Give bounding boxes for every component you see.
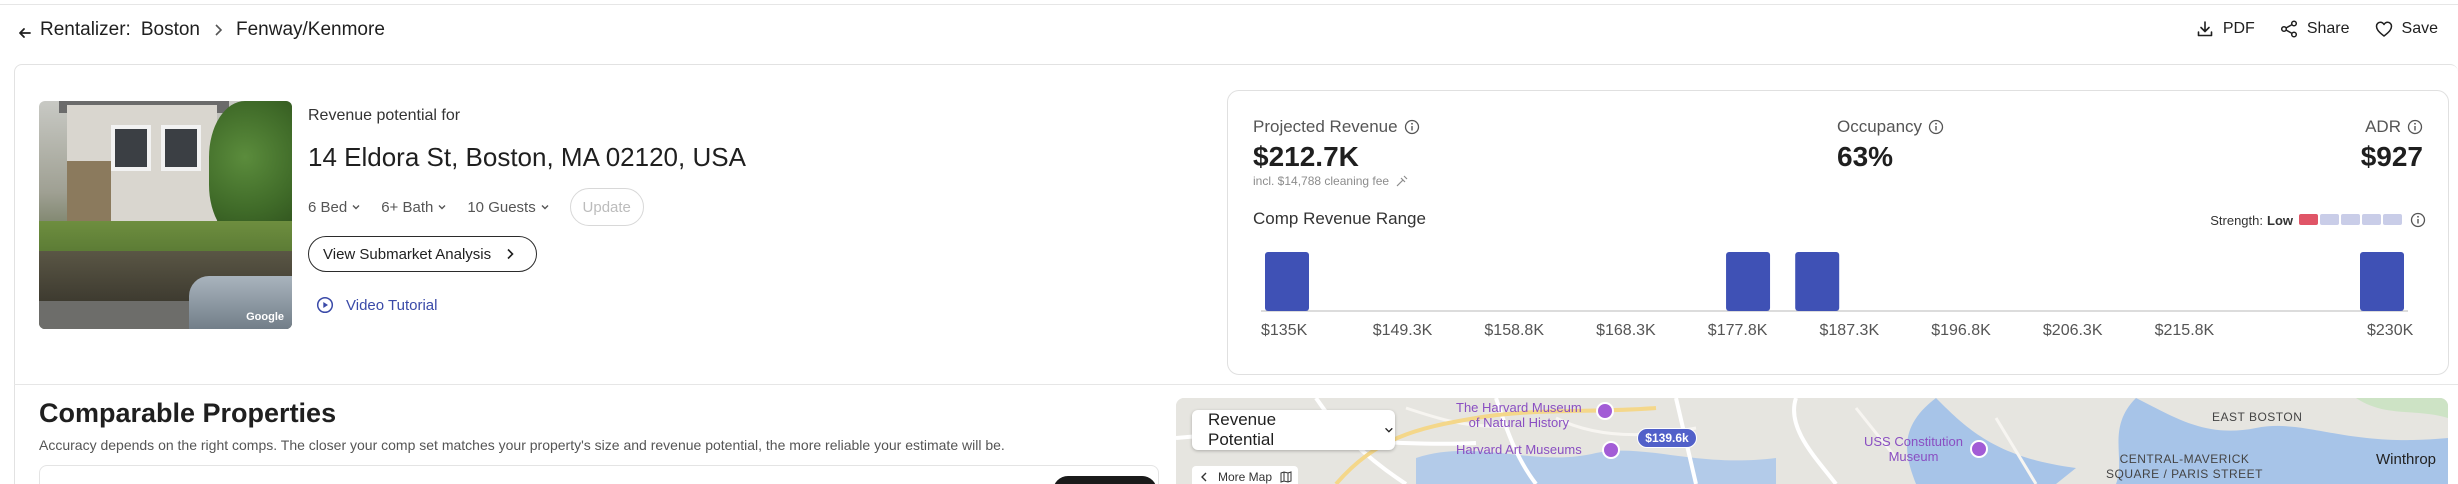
- header: Rentalizer: Boston Fenway/Kenmore PDF Sh…: [0, 10, 2458, 54]
- video-tutorial-label: Video Tutorial: [346, 296, 438, 314]
- share-label: Share: [2306, 20, 2350, 37]
- revenue-panel: Projected Revenue $212.7K incl. $14,788 …: [1227, 90, 2449, 375]
- chevron-right-icon: [210, 22, 226, 38]
- chart-tick-label: $187.3K: [1820, 322, 1880, 339]
- map-label-harvard-art: Harvard Art Museums: [1456, 442, 1582, 457]
- map[interactable]: Revenue Potential More Map The Harvard M…: [1176, 398, 2448, 484]
- map-label-harvard-museum: The Harvard Museum of Natural History: [1456, 400, 1582, 430]
- chevron-down-icon: [352, 205, 360, 210]
- comp-action-button[interactable]: [1053, 476, 1157, 484]
- map-label-east-boston: EAST BOSTON: [2212, 410, 2303, 424]
- heart-icon: [2375, 21, 2392, 37]
- map-layer-select[interactable]: Revenue Potential: [1192, 410, 1395, 450]
- map-icon: [1280, 471, 1292, 483]
- chart-tick-label: $135K: [1261, 322, 1308, 339]
- map-layer-value: Revenue Potential: [1208, 410, 1277, 449]
- section-divider: [14, 384, 2458, 385]
- museum-pin-icon[interactable]: [1970, 440, 1988, 458]
- chart-tick-label: $196.8K: [1931, 322, 1991, 339]
- chart-tick-label: $149.3K: [1373, 322, 1433, 339]
- save-button[interactable]: Save: [2374, 19, 2438, 39]
- more-map-toggle[interactable]: More Map: [1192, 466, 1299, 484]
- video-tutorial-link[interactable]: Video Tutorial: [316, 296, 437, 314]
- pdf-label: PDF: [2222, 20, 2255, 37]
- museum-pin-icon[interactable]: [1602, 441, 1620, 459]
- chart-tick-label: $206.3K: [2043, 322, 2103, 339]
- chart-tick-label: $168.3K: [1596, 322, 1656, 339]
- chevron-down-icon: [1385, 427, 1393, 433]
- chevron-down-icon: [541, 205, 549, 210]
- baths-dropdown[interactable]: 6+ Bath: [381, 199, 447, 216]
- comparable-properties-subtitle: Accuracy depends on the right comps. The…: [39, 437, 1005, 453]
- baths-value: 6+ Bath: [381, 198, 434, 216]
- update-button[interactable]: Update: [569, 188, 644, 226]
- guests-dropdown[interactable]: 10 Guests: [467, 199, 549, 216]
- chart-tick-label: $230K: [2367, 322, 2414, 339]
- top-divider: [0, 4, 2458, 5]
- comparable-properties-title: Comparable Properties: [39, 398, 337, 428]
- download-icon: [2197, 21, 2213, 37]
- share-icon: [2280, 20, 2297, 38]
- play-circle-icon: [316, 296, 334, 314]
- chart-bar[interactable]: [1726, 252, 1771, 311]
- breadcrumb-root[interactable]: Rentalizer:: [40, 19, 131, 41]
- header-actions: PDF Share Save: [2195, 19, 2438, 39]
- back-arrow-icon[interactable]: [14, 22, 36, 44]
- chart-tick-label: $177.8K: [1708, 322, 1768, 339]
- property-address: 14 Eldora St, Boston, MA 02120, USA: [308, 142, 746, 172]
- chart-tick-label: $215.8K: [2155, 322, 2215, 339]
- chart-bar[interactable]: [2360, 252, 2404, 311]
- breadcrumb: Rentalizer: Boston Fenway/Kenmore: [40, 19, 385, 41]
- chart-bar[interactable]: [1795, 252, 1840, 311]
- chevron-down-icon: [438, 205, 446, 210]
- share-button[interactable]: Share: [2279, 19, 2350, 39]
- breadcrumb-area[interactable]: Fenway/Kenmore: [236, 19, 385, 41]
- revenue-potential-label: Revenue potential for: [308, 107, 461, 124]
- guests-value: 10 Guests: [467, 198, 536, 216]
- map-label-uss-constitution: USS Constitution Museum: [1864, 434, 1963, 464]
- photo-credit: Google: [246, 311, 284, 323]
- property-photo[interactable]: Google: [39, 101, 292, 329]
- price-marker[interactable]: $139.6k: [1637, 428, 1697, 448]
- chevron-left-icon: [1201, 472, 1207, 482]
- map-label-central-maverick: CENTRAL-MAVERICK SQUARE / PARIS STREET: [2106, 452, 2263, 481]
- chevron-right-icon: [507, 248, 514, 260]
- view-submarket-analysis-button[interactable]: View Submarket Analysis: [308, 236, 537, 272]
- property-selectors: 6 Bed 6+ Bath 10 Guests Update: [308, 188, 644, 226]
- chart-bar[interactable]: [1265, 252, 1309, 311]
- beds-value: 6 Bed: [308, 198, 348, 216]
- museum-pin-icon[interactable]: [1596, 402, 1614, 420]
- breadcrumb-city[interactable]: Boston: [141, 19, 200, 41]
- map-label-winthrop: Winthrop: [2376, 451, 2437, 468]
- submarket-label: View Submarket Analysis: [323, 245, 492, 263]
- chart-tick-label: $158.8K: [1484, 322, 1544, 339]
- more-map-label: More Map: [1218, 470, 1273, 484]
- pdf-button[interactable]: PDF: [2195, 19, 2255, 39]
- save-label: Save: [2401, 20, 2438, 37]
- comp-revenue-chart: $135K $149.3K $158.8K $168.3K $177.8K $187.3K…: [1261, 252, 2414, 339]
- comp-list-container: [39, 465, 1159, 484]
- beds-dropdown[interactable]: 6 Bed: [308, 199, 361, 216]
